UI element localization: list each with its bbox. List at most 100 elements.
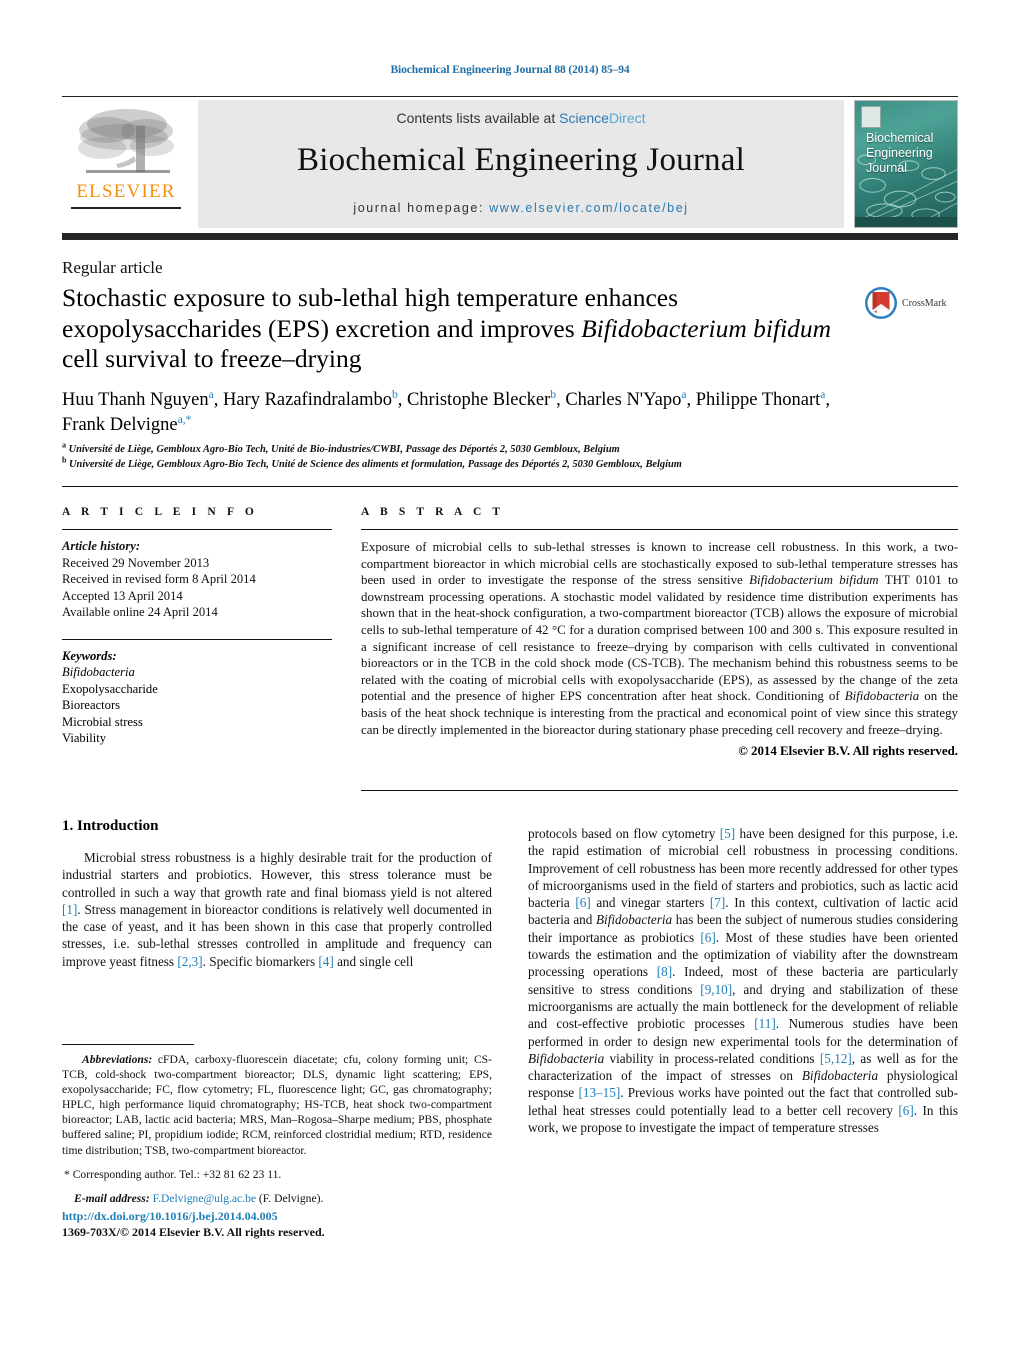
- citation-ref[interactable]: [7]: [710, 895, 725, 910]
- citation-ref[interactable]: [6]: [700, 930, 715, 945]
- cover-title-line-1: Biochemical: [866, 131, 934, 145]
- abstract-italic-2: Bifidobacteria: [844, 689, 920, 704]
- author-1: Huu Thanh Nguyen: [62, 390, 209, 410]
- cover-elsevier-badge: [861, 106, 881, 128]
- abstract-heading: A B S T R A C T: [361, 506, 505, 518]
- citation-ref[interactable]: [13–15]: [578, 1085, 620, 1100]
- abbreviations-text: cFDA, carboxy-fluorescein diacetate; cfu…: [62, 1053, 492, 1157]
- title-part-2: cell survival to freeze–drying: [62, 344, 362, 373]
- author-4: , Charles N'Yapo: [556, 390, 682, 410]
- journal-masthead: ELSEVIER Contents lists available at Sci…: [62, 100, 958, 228]
- elsevier-wordmark: ELSEVIER: [76, 181, 176, 202]
- doi-block: http://dx.doi.org/10.1016/j.bej.2014.04.…: [62, 1208, 492, 1240]
- intro-italic-bifido-3: Bifidobacteria: [801, 1068, 879, 1084]
- doi-link[interactable]: http://dx.doi.org/10.1016/j.bej.2014.04.…: [62, 1208, 492, 1224]
- citation-ref[interactable]: [5]: [720, 826, 735, 841]
- sciencedirect-link-part2[interactable]: Direct: [609, 110, 646, 126]
- journal-cover-thumbnail: Biochemical Engineering Journal: [854, 100, 958, 228]
- masthead-top-rule: [62, 96, 958, 97]
- cover-bottom-strip: [855, 217, 957, 227]
- history-item: Accepted 13 April 2014: [62, 588, 183, 603]
- keyword-item: Exopolysaccharide: [62, 681, 158, 696]
- article-info-rule: [62, 529, 332, 530]
- elsevier-underline: [71, 207, 181, 209]
- intro-right-seg-3: and vinegar starters: [590, 895, 710, 911]
- author-5: , Philippe Thonart: [686, 390, 821, 410]
- elsevier-tree-icon: [78, 109, 174, 173]
- affiliation-b: b Université de Liège, Gembloux Agro-Bio…: [62, 456, 922, 473]
- citation-ref[interactable]: [2,3]: [177, 954, 202, 969]
- affiliations: a Université de Liège, Gembloux Agro-Bio…: [62, 441, 922, 473]
- journal-title: Biochemical Engineering Journal: [297, 142, 745, 178]
- section-heading-introduction: 1. Introduction: [62, 818, 159, 834]
- page-title: Stochastic exposure to sub-lethal high t…: [62, 283, 852, 375]
- abstract-italic-1: Bifidobacterium bifidum: [749, 573, 879, 588]
- affiliation-a-text: Université de Liège, Gembloux Agro-Bio T…: [66, 444, 620, 455]
- email-note: E-mail address: F.Delvigne@ulg.ac.be (F.…: [62, 1191, 492, 1206]
- citation-ref[interactable]: [6]: [575, 895, 590, 910]
- abbreviations-label: Abbreviations:: [82, 1053, 153, 1066]
- author-3: , Christophe Blecker: [397, 390, 551, 410]
- journal-homepage-line: journal homepage: www.elsevier.com/locat…: [353, 201, 688, 215]
- intro-left-seg-3: . Specific biomarkers: [202, 953, 319, 969]
- crossmark-badge[interactable]: CrossMark: [864, 286, 964, 320]
- title-italic-species: Bifidobacterium bifidum: [581, 313, 832, 343]
- corresponding-author-text: Corresponding author. Tel.: +32 81 62 23…: [69, 1167, 282, 1181]
- keyword-item: Viability: [62, 731, 107, 745]
- article-type-label: Regular article: [62, 258, 163, 277]
- intro-right-seg-10: viability in process-related conditions: [604, 1050, 820, 1066]
- contents-prefix: Contents lists available at: [396, 110, 560, 126]
- keywords-label: Keywords:: [62, 648, 117, 663]
- email-suffix: (F. Delvigne).: [256, 1191, 324, 1205]
- cover-title-text: Biochemical Engineering Journal: [866, 131, 933, 176]
- keyword-item: Bioreactors: [62, 698, 121, 712]
- keyword-item: Bifidobacteria: [62, 665, 135, 679]
- body-column-left: 1. Introduction Microbial stress robustn…: [62, 818, 492, 970]
- article-info-heading: A R T I C L E I N F O: [62, 506, 258, 518]
- citation-ref[interactable]: [1]: [62, 902, 77, 917]
- keywords-rule: [62, 638, 332, 640]
- citation-ref[interactable]: [6]: [898, 1103, 913, 1118]
- corresponding-author-note: * Corresponding author. Tel.: +32 81 62 …: [62, 1167, 492, 1182]
- homepage-link[interactable]: www.elsevier.com/locate/bej: [489, 201, 689, 215]
- footnote-divider: [62, 1044, 194, 1045]
- abstract-seg-2: THT 0101 to downstream processing operat…: [361, 573, 958, 704]
- crossmark-label: CrossMark: [902, 297, 947, 309]
- abstract-rule: [361, 529, 958, 530]
- article-history-label: Article history:: [62, 539, 141, 553]
- journal-band: Contents lists available at ScienceDirec…: [198, 100, 844, 228]
- article-page: Biochemical Engineering Journal 88 (2014…: [0, 0, 1020, 1351]
- keyword-item: Microbial stress: [62, 714, 143, 729]
- intro-right-seg-1: protocols based on flow cytometry: [528, 826, 720, 841]
- citation-ref[interactable]: [5,12]: [820, 1051, 852, 1066]
- keywords-group: Keywords: Bifidobacteria Exopolysacchari…: [62, 648, 332, 747]
- title-block: Stochastic exposure to sub-lethal high t…: [62, 283, 852, 375]
- citation-ref[interactable]: [11]: [754, 1016, 775, 1031]
- intro-paragraph-right: protocols based on flow cytometry [5] ha…: [528, 825, 958, 1136]
- homepage-label: journal homepage:: [353, 201, 490, 215]
- email-link[interactable]: F.Delvigne@ulg.ac.be: [150, 1192, 256, 1205]
- footnote-block: Abbreviations: cFDA, carboxy-fluorescein…: [62, 1052, 492, 1206]
- crossmark-icon[interactable]: [864, 286, 898, 320]
- body-column-right: protocols based on flow cytometry [5] ha…: [528, 825, 958, 1136]
- intro-italic-bifido-2: Bifidobacteria: [528, 1050, 605, 1066]
- author-list: Huu Thanh Nguyena, Hary Razafindralambob…: [62, 388, 862, 438]
- author-6-affil-marker: a,*: [177, 413, 192, 426]
- abstract-bottom-divider: [361, 790, 958, 791]
- cover-title-line-3: Journal: [866, 161, 907, 175]
- citation-ref[interactable]: [8]: [657, 964, 672, 979]
- sciencedirect-link-part1[interactable]: Science: [559, 110, 609, 126]
- running-head: Biochemical Engineering Journal 88 (2014…: [390, 64, 630, 76]
- affiliation-a: a Université de Liège, Gembloux Agro-Bio…: [62, 441, 922, 458]
- citation-ref[interactable]: [4]: [318, 954, 333, 969]
- abstract-column: A B S T R A C T Exposure of microbial ce…: [361, 506, 958, 759]
- affiliation-b-text: Université de Liège, Gembloux Agro-Bio T…: [66, 458, 682, 470]
- history-item: Received 29 November 2013: [62, 555, 210, 570]
- citation-ref[interactable]: [9,10]: [700, 982, 732, 997]
- intro-italic-bifido-1: Bifidobacteria: [595, 912, 673, 928]
- cover-title-line-2: Engineering: [866, 146, 933, 160]
- affiliation-divider: [62, 486, 958, 487]
- issn-copyright-line: 1369-703X/© 2014 Elsevier B.V. All right…: [62, 1225, 325, 1239]
- history-item: Available online 24 April 2014: [62, 605, 218, 619]
- masthead-bottom-bar: [62, 233, 958, 240]
